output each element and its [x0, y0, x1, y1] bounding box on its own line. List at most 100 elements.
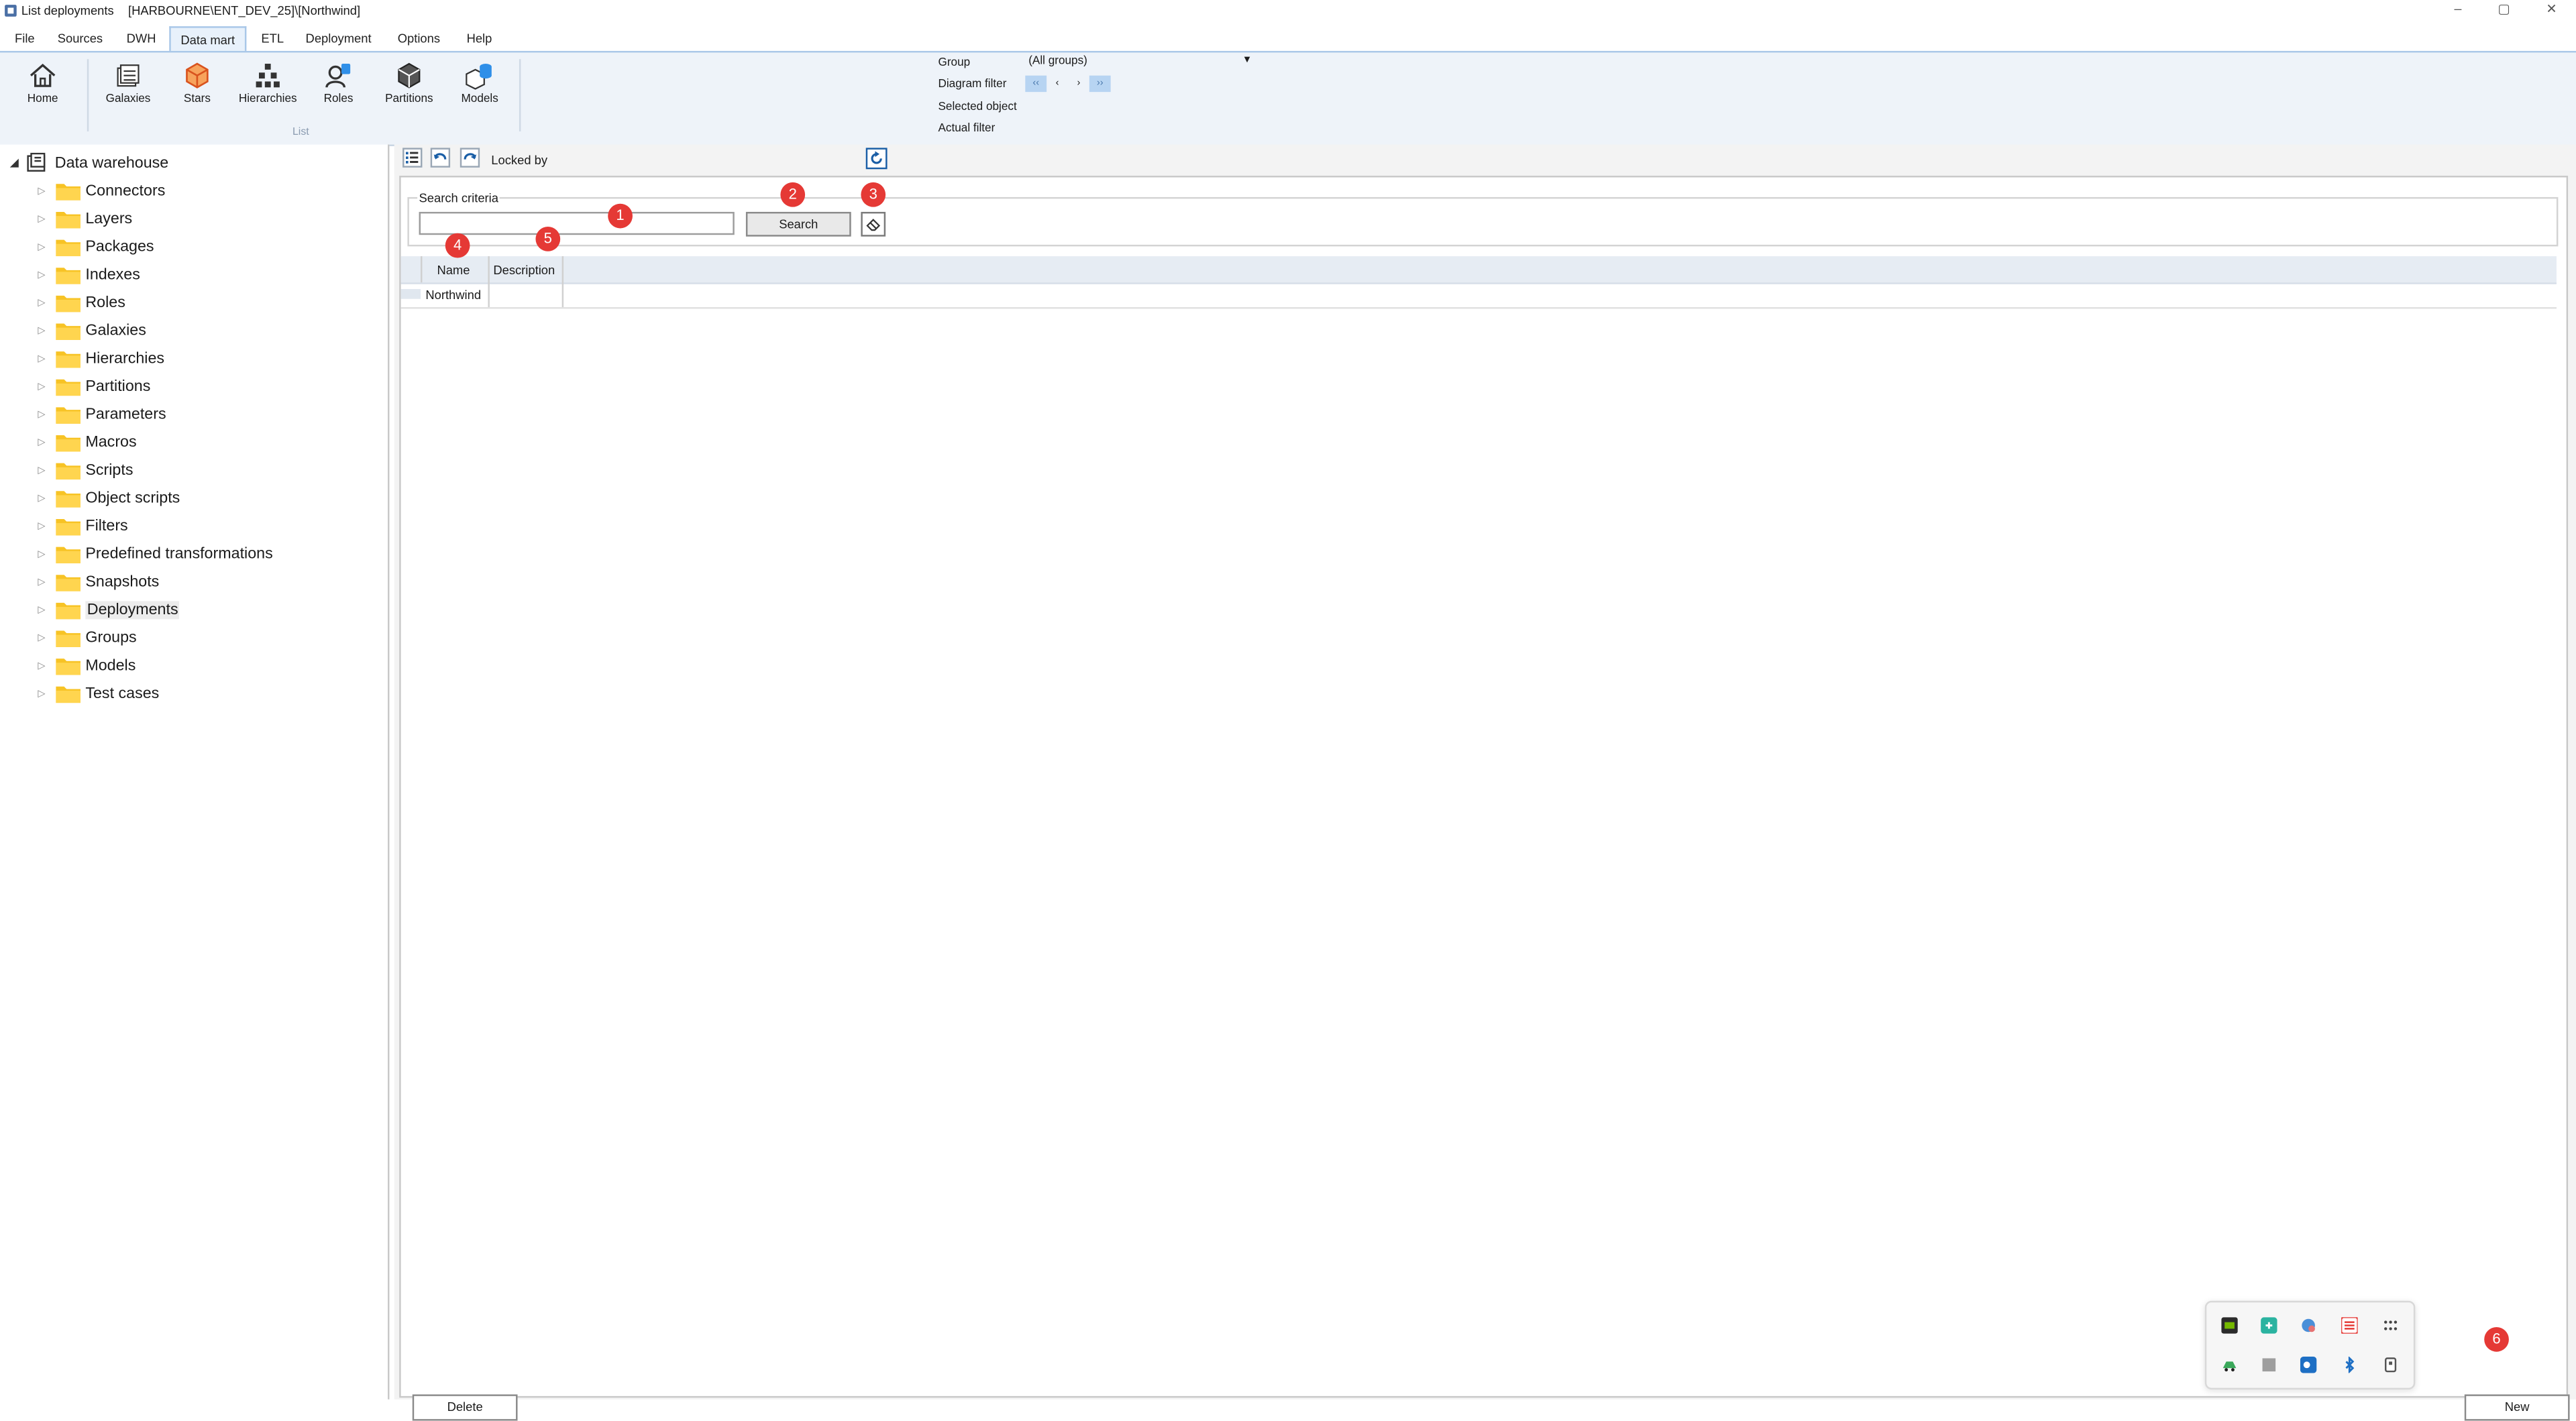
undo-button[interactable]	[430, 148, 451, 168]
minimize-button[interactable]: –	[2442, 1, 2475, 16]
row-selector[interactable]	[400, 289, 421, 299]
menu-deployment[interactable]: Deployment	[306, 32, 372, 46]
ribbon-roles-button[interactable]: Roles	[306, 59, 372, 105]
expand-icon[interactable]: ▷	[38, 520, 49, 532]
app-gray-icon[interactable]	[2261, 1357, 2277, 1373]
tree-item-layers[interactable]: ▷ Layers	[38, 205, 132, 231]
expand-icon[interactable]: ▷	[38, 380, 49, 392]
menu-options[interactable]: Options	[398, 32, 440, 46]
search-button[interactable]: Search	[745, 211, 851, 237]
tree-item-snapshots[interactable]: ▷ Snapshots	[38, 568, 159, 594]
tree-item-parameters[interactable]: ▷ Parameters	[38, 401, 166, 427]
ribbon-hierarchies-button[interactable]: Hierarchies	[235, 59, 301, 105]
tree-item-groups[interactable]: ▷ Groups	[38, 624, 137, 650]
tree-item-indexes[interactable]: ▷ Indexes	[38, 261, 140, 287]
expand-icon[interactable]: ▷	[38, 687, 49, 699]
tree-item-test-cases[interactable]: ▷ Test cases	[38, 680, 159, 706]
expand-icon[interactable]: ▷	[38, 296, 49, 308]
outlook-icon[interactable]	[2300, 1357, 2317, 1373]
ribbon-home-button[interactable]: Home	[10, 59, 76, 105]
bluetooth-icon[interactable]	[2341, 1357, 2357, 1373]
tree-item-partitions[interactable]: ▷ Partitions	[38, 373, 150, 399]
tree-item-label: Connectors	[85, 181, 166, 200]
tree-item-label: Scripts	[85, 461, 133, 479]
app-car-icon[interactable]	[2221, 1357, 2237, 1373]
tree-root[interactable]: ◢ Data warehouse	[10, 152, 168, 172]
close-button[interactable]: ✕	[2535, 1, 2568, 16]
ribbon-models-button[interactable]: Models	[447, 59, 513, 105]
expand-icon[interactable]: ▷	[38, 352, 49, 364]
table-row[interactable]: Northwind	[400, 282, 2557, 309]
expand-icon[interactable]: ▷	[38, 604, 49, 616]
usb-drive-icon[interactable]	[2382, 1357, 2398, 1373]
expand-icon[interactable]: ▷	[38, 548, 49, 559]
app-green-icon[interactable]	[2261, 1317, 2277, 1334]
collapse-icon[interactable]: ◢	[10, 156, 19, 169]
expand-icon[interactable]: ▷	[38, 213, 49, 225]
tree-item-roles[interactable]: ▷ Roles	[38, 289, 125, 315]
expand-icon[interactable]: ▷	[38, 575, 49, 587]
diagram-filter-prev-button[interactable]: ‹	[1046, 76, 1068, 92]
system-tray-popup	[2204, 1300, 2416, 1390]
network-globe-icon[interactable]	[2300, 1317, 2316, 1333]
list-view-button[interactable]	[402, 148, 423, 168]
expand-icon[interactable]: ▷	[38, 241, 49, 252]
ribbon-stars-button[interactable]: Stars	[164, 59, 230, 105]
expand-icon[interactable]: ▷	[38, 464, 49, 475]
group-select[interactable]: (All groups) ▼	[1025, 56, 1255, 70]
tree-item-connectors[interactable]: ▷ Connectors	[38, 178, 165, 204]
search-input[interactable]	[419, 211, 735, 235]
expand-icon[interactable]: ▷	[38, 436, 49, 448]
ribbon-partitions-label: Partitions	[385, 93, 433, 105]
menu-sources[interactable]: Sources	[58, 32, 103, 46]
new-button[interactable]: New	[2464, 1394, 2570, 1421]
list-icon	[405, 152, 419, 164]
tree-item-galaxies[interactable]: ▷ Galaxies	[38, 317, 146, 343]
undo-icon	[433, 153, 447, 160]
diagram-filter-first-button[interactable]: ‹‹	[1025, 75, 1047, 93]
annotation-badge-3: 3	[861, 182, 886, 207]
column-header-description[interactable]: Description	[488, 263, 560, 278]
tree-item-hierarchies[interactable]: ▷ Hierarchies	[38, 345, 164, 371]
menu-bar: File Sources DWH Data mart ETL Deploymen…	[0, 26, 2576, 51]
tree-item-object-scripts[interactable]: ▷ Object scripts	[38, 485, 180, 511]
expand-icon[interactable]: ▷	[38, 632, 49, 643]
ribbon-separator	[519, 59, 521, 131]
redo-button[interactable]	[460, 148, 480, 168]
diagram-filter-next-button[interactable]: ›	[1068, 76, 1089, 92]
expand-icon[interactable]: ▷	[38, 185, 49, 196]
menu-help[interactable]: Help	[467, 32, 492, 46]
search-criteria-group: Search criteria Search	[407, 190, 2559, 247]
tree-item-packages[interactable]: ▷ Packages	[38, 233, 154, 260]
ribbon-partitions-button[interactable]: Partitions	[376, 59, 442, 105]
menu-data-mart[interactable]: Data mart	[169, 26, 247, 51]
refresh-button[interactable]	[865, 148, 888, 170]
clear-search-button[interactable]	[861, 211, 886, 237]
restore-button[interactable]: ▢	[2487, 1, 2520, 16]
column-header-name[interactable]: Name	[421, 263, 486, 278]
grid-dots-icon[interactable]	[2382, 1317, 2398, 1333]
tree-item-label: Roles	[85, 293, 125, 312]
menu-etl[interactable]: ETL	[261, 32, 284, 46]
tree-item-predefined-transformations[interactable]: ▷ Predefined transformations	[38, 541, 273, 567]
expand-icon[interactable]: ▷	[38, 268, 49, 280]
tree-item-scripts[interactable]: ▷ Scripts	[38, 457, 133, 483]
expand-icon[interactable]: ▷	[38, 659, 49, 671]
expand-icon[interactable]: ▷	[38, 408, 49, 420]
nvidia-icon[interactable]	[2221, 1317, 2238, 1334]
ribbon-galaxies-button[interactable]: Galaxies	[95, 59, 161, 105]
tree-item-macros[interactable]: ▷ Macros	[38, 429, 137, 455]
expand-icon[interactable]: ▷	[38, 325, 49, 336]
app-icon	[5, 5, 17, 17]
diagram-filter-last-button[interactable]: ››	[1089, 75, 1111, 93]
delete-button[interactable]: Delete	[412, 1394, 518, 1421]
tree-item-models[interactable]: ▷ Models	[38, 652, 136, 678]
deployments-grid: Name Description Northwind	[400, 256, 2557, 309]
folder-icon	[56, 239, 81, 255]
tree-item-filters[interactable]: ▷ Filters	[38, 512, 128, 538]
expand-icon[interactable]: ▷	[38, 492, 49, 504]
app-red-icon[interactable]	[2341, 1317, 2358, 1334]
menu-dwh[interactable]: DWH	[127, 32, 156, 46]
menu-file[interactable]: File	[15, 32, 35, 46]
tree-item-deployments[interactable]: ▷ Deployments	[38, 596, 180, 622]
